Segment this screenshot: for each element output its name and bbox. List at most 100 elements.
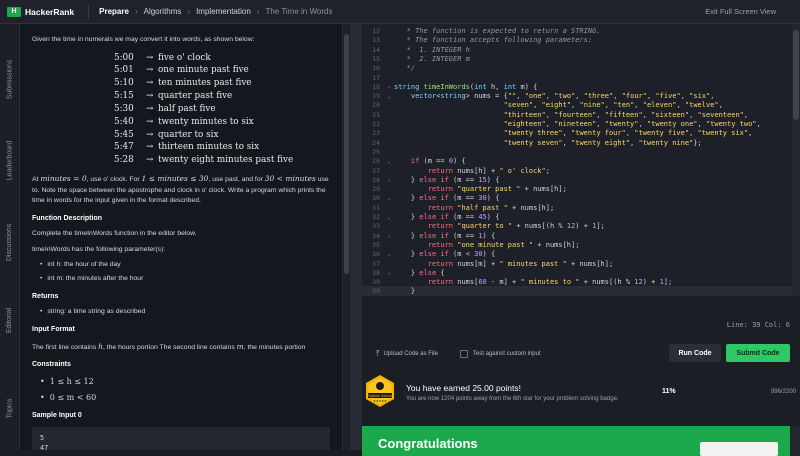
fold-chevron-icon[interactable]: ⌄ [384,232,394,239]
line-number: 13 [362,36,384,44]
line-number: 38 [362,269,384,277]
breadcrumb-algorithms[interactable]: Algorithms [144,7,182,16]
code-line[interactable]: 39 } [362,286,792,296]
code-text: "seven", "eight", "nine", "ten", "eleven… [394,101,723,109]
line-number: 23 [362,129,384,137]
line-number: 28 [362,176,384,184]
chevron-right-icon: › [257,7,260,16]
code-text: } else if (m == 15) { [394,176,499,184]
example-row: 5:00→five o' clock [114,52,330,65]
problem-scrollbar[interactable] [342,24,350,450]
line-number: 20 [362,101,384,109]
example-row: 5:45→quarter to six [114,129,330,142]
line-number: 29 [362,185,384,193]
upload-code-button[interactable]: ⤒ Upload Code as File [376,349,438,359]
code-text: return "one minute past " + nums[h]; [394,241,579,249]
exit-full-screen-button[interactable]: Exit Full Screen View [705,7,776,16]
scroll-thumb[interactable] [793,30,799,120]
arrow-icon: → [146,103,158,116]
page-scrollbar[interactable] [790,426,800,456]
breadcrumb-current: The Time in Words [265,7,332,16]
code-text: } [394,287,415,295]
line-number: 35 [362,241,384,249]
rules-paragraph: At minutes = 0, use o' clock. For 1 ≤ mi… [32,173,330,207]
points-banner: Problem Solving ★★★★★ You have earned 25… [362,374,800,420]
example-words: quarter past five [158,90,232,103]
line-number: 32 [362,213,384,221]
editor-scrollbar[interactable] [792,24,800,296]
fold-chevron-icon[interactable]: ⌄ [384,195,394,202]
tab-label: Topics [7,398,14,418]
tab-topics[interactable]: Topics [0,378,20,438]
panel-splitter[interactable] [350,24,362,450]
code-text: return nums[m] + " minutes past " + nums… [394,260,613,268]
tab-label: Submissions [7,59,14,99]
example-words: five o' clock [158,52,211,65]
list-item: 0 ≤ m < 60 [40,392,330,404]
example-words: thirteen minutes to six [158,141,259,154]
fold-chevron-icon[interactable]: ⌄ [384,269,394,276]
line-number: 22 [362,120,384,128]
code-text: return "half past " + nums[h]; [394,204,554,212]
editor-footer [362,296,800,318]
tab-leaderboard[interactable]: Leaderboard [0,130,20,190]
fold-chevron-icon[interactable]: ⌄ [384,214,394,221]
submit-code-button[interactable]: Submit Code [726,344,790,362]
fold-chevron-icon[interactable]: ⌄ [384,158,394,165]
top-bar: H HackerRank Prepare › Algorithms › Impl… [0,0,800,24]
line-number: 39 [362,287,384,295]
hackerrank-logo[interactable]: H HackerRank [7,7,74,17]
custom-input-label: Test against custom input [473,351,541,357]
scroll-thumb[interactable] [344,34,349,274]
fold-chevron-icon[interactable]: ⌄ [384,176,394,183]
params-intro: timeInWords has the following parameter(… [32,245,330,256]
input-format-text: , the hours portion The second line cont… [103,344,237,351]
code-text: } else if (m == 1) { [394,232,495,240]
sample-input-box[interactable]: 5 47 [32,427,330,450]
tab-discussions[interactable]: Discussions [0,212,20,272]
breadcrumb-prepare[interactable]: Prepare [99,7,129,16]
code-editor[interactable]: 12 * The function is expected to return … [362,24,792,296]
example-words: quarter to six [158,129,218,142]
tab-submissions[interactable]: Submissions [0,49,20,109]
rule-math: 30 < minutes [265,174,316,183]
example-row: 5:40→twenty minutes to six [114,116,330,129]
fold-chevron-icon[interactable]: ⌄ [384,251,394,258]
congratulations-banner: Congratulations [362,426,800,456]
editor-panel: 12 * The function is expected to return … [362,24,800,450]
breadcrumb-implementation[interactable]: Implementation [196,7,251,16]
cursor-status: Line: 39 Col: 6 [362,318,800,332]
code-text: * The function accepts following paramet… [394,36,592,44]
list-item: int m: the minutes after the hour [40,274,330,285]
line-number: 27 [362,167,384,175]
arrow-icon: → [146,64,158,77]
example-row: 5:01→one minute past five [114,64,330,77]
line-number: 14 [362,46,384,54]
example-time: 5:10 [114,77,146,90]
list-item: string: a time string as described [40,307,330,318]
line-number: 19 [362,92,384,100]
rule-text: , use o' clock. For [87,176,142,183]
line-number: 30 [362,194,384,202]
sample-line: 47 [40,443,322,450]
run-code-button[interactable]: Run Code [669,344,721,362]
line-number: 33 [362,222,384,230]
fold-chevron-icon[interactable]: ⌄ [384,93,394,100]
function-description-title: Function Description [32,214,330,225]
action-bar: ⤒ Upload Code as File Test against custo… [362,336,800,372]
fold-chevron-icon[interactable]: ⌄ [384,83,394,90]
problem-statement: Given the time in numerals we may conver… [20,24,342,450]
input-format: The first line contains h, the hours por… [32,341,330,354]
progress-count: 996/2200 [771,389,796,395]
code-text: return nums[h] + " o' clock"; [394,167,550,175]
constraints-title: Constraints [32,360,330,371]
custom-input-toggle[interactable]: Test against custom input [460,350,541,358]
custom-input-checkbox[interactable] [460,350,468,358]
congrats-action-button[interactable] [700,442,778,456]
example-time: 5:40 [114,116,146,129]
example-row: 5:10→ten minutes past five [114,77,330,90]
tab-editorial[interactable]: Editorial [0,290,20,350]
line-number: 12 [362,27,384,35]
arrow-icon: → [146,141,158,154]
line-number: 21 [362,111,384,119]
